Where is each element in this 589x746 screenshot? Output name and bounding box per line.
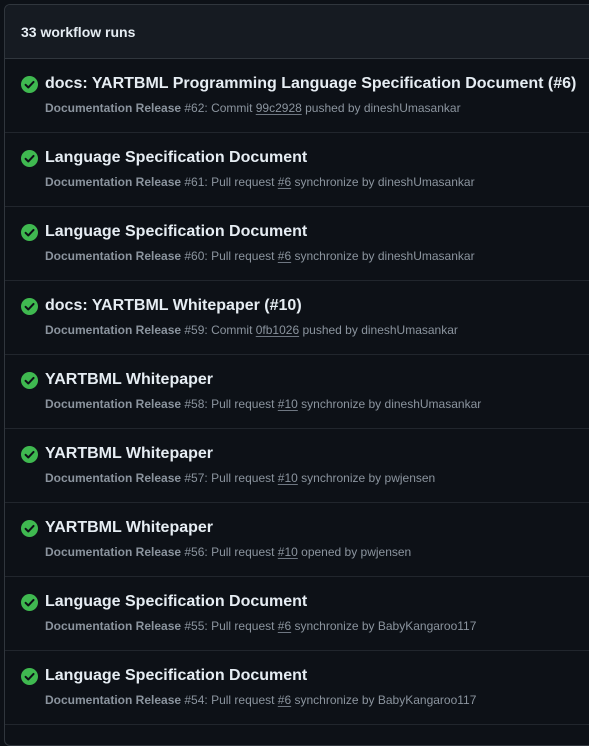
workflow-run-event: Pull request <box>211 545 278 559</box>
workflow-run-meta: Documentation Release #60: Pull request … <box>45 249 475 263</box>
workflow-run-row[interactable]: docs: YARTBML Whitepaper (#10) Documenta… <box>5 281 589 355</box>
workflow-run-title[interactable]: YARTBML Whitepaper <box>45 519 213 537</box>
check-circle-fill-icon <box>21 76 38 93</box>
check-circle-fill-icon <box>21 668 38 685</box>
workflow-run-ref-link[interactable]: 99c2928 <box>256 101 302 115</box>
workflow-runs-count: 33 workflow runs <box>21 23 136 40</box>
workflow-run-actor: dineshUmasankar <box>384 397 482 411</box>
workflow-run-meta: Documentation Release #55: Pull request … <box>45 619 476 633</box>
workflow-run-event: Pull request <box>211 397 278 411</box>
check-circle-fill-icon <box>21 446 38 463</box>
workflow-name: Documentation Release <box>45 545 182 559</box>
workflow-run-title[interactable]: Language Specification Document <box>45 593 307 611</box>
workflow-run-number: #60: <box>181 249 212 263</box>
workflow-run-ref-link[interactable]: #10 <box>278 471 298 485</box>
workflow-run-ref-link[interactable]: #10 <box>278 397 298 411</box>
workflow-run-title[interactable]: docs: YARTBML Programming Language Speci… <box>45 75 576 93</box>
workflow-name: Documentation Release <box>45 249 182 263</box>
workflow-run-ref-link[interactable]: 0fb1026 <box>256 323 299 337</box>
workflow-run-event: Commit <box>211 101 256 115</box>
workflow-run-ref-link[interactable]: #6 <box>278 619 291 633</box>
workflow-run-event-action: synchronize by <box>291 175 378 189</box>
workflow-run-ref-link[interactable]: #6 <box>278 693 291 707</box>
workflow-run-event-action: synchronize by <box>291 619 378 633</box>
workflow-run-number: #59: <box>181 323 212 337</box>
check-circle-fill-icon <box>21 520 38 537</box>
workflow-run-number: #62: <box>181 101 212 115</box>
workflow-run-number: #61: <box>181 175 212 189</box>
workflow-run-event-action: synchronize by <box>297 471 385 485</box>
workflow-run-event: Pull request <box>211 619 278 633</box>
workflow-name: Documentation Release <box>45 471 182 485</box>
workflow-run-title[interactable]: YARTBML Whitepaper <box>45 445 213 463</box>
workflow-run-number: #56: <box>181 545 212 559</box>
workflow-run-ref-link[interactable]: #10 <box>278 545 298 559</box>
workflow-run-event-action: pushed by <box>299 323 362 337</box>
workflow-run-number: #54: <box>181 693 212 707</box>
workflow-run-meta: Documentation Release #58: Pull request … <box>45 397 481 411</box>
workflow-runs-list: docs: YARTBML Programming Language Speci… <box>5 59 589 725</box>
workflow-run-title[interactable]: Language Specification Document <box>45 149 307 167</box>
workflow-name: Documentation Release <box>45 175 182 189</box>
workflow-run-event: Pull request <box>211 693 278 707</box>
workflow-run-event-action: synchronize by <box>291 249 378 263</box>
workflow-run-row[interactable]: YARTBML Whitepaper Documentation Release… <box>5 503 589 577</box>
workflow-run-ref-link[interactable]: #6 <box>278 249 291 263</box>
workflow-run-actor: pwjensen <box>384 471 436 485</box>
workflow-run-ref-link[interactable]: #6 <box>278 175 291 189</box>
workflow-run-meta: Documentation Release #56: Pull request … <box>45 545 411 559</box>
workflow-run-actor: dineshUmasankar <box>361 323 458 337</box>
workflow-name: Documentation Release <box>45 619 182 633</box>
workflow-run-event: Pull request <box>211 471 278 485</box>
check-circle-fill-icon <box>21 594 38 611</box>
workflow-run-meta: Documentation Release #59: Commit 0fb102… <box>45 323 458 337</box>
workflow-run-title[interactable]: Language Specification Document <box>45 667 307 685</box>
workflow-name: Documentation Release <box>45 397 182 411</box>
workflow-run-meta: Documentation Release #61: Pull request … <box>45 175 475 189</box>
workflow-run-meta: Documentation Release #57: Pull request … <box>45 471 435 485</box>
workflow-run-actor: dineshUmasankar <box>377 249 475 263</box>
workflow-run-meta: Documentation Release #54: Pull request … <box>45 693 476 707</box>
workflow-run-row[interactable]: Language Specification Document Document… <box>5 133 589 207</box>
workflow-run-event-action: synchronize by <box>291 693 378 707</box>
workflow-run-title[interactable]: docs: YARTBML Whitepaper (#10) <box>45 297 302 315</box>
workflow-run-event-action: pushed by <box>301 101 364 115</box>
workflow-run-event-action: opened by <box>297 545 361 559</box>
workflow-run-row[interactable]: Language Specification Document Document… <box>5 651 589 725</box>
check-circle-fill-icon <box>21 150 38 167</box>
workflow-run-event: Pull request <box>211 175 278 189</box>
workflow-run-meta: Documentation Release #62: Commit 99c292… <box>45 101 461 115</box>
workflow-run-row[interactable]: YARTBML Whitepaper Documentation Release… <box>5 429 589 503</box>
workflow-run-row[interactable]: Language Specification Document Document… <box>5 577 589 651</box>
workflow-run-title[interactable]: Language Specification Document <box>45 223 307 241</box>
workflow-run-actor: pwjensen <box>360 545 412 559</box>
workflow-name: Documentation Release <box>45 101 182 115</box>
workflow-run-event: Pull request <box>211 249 278 263</box>
workflow-run-actor: BabyKangaroo117 <box>377 693 477 707</box>
workflow-run-event: Commit <box>211 323 256 337</box>
workflow-run-actor: dineshUmasankar <box>377 175 475 189</box>
workflow-run-number: #55: <box>181 619 212 633</box>
workflow-run-row[interactable]: docs: YARTBML Programming Language Speci… <box>5 59 589 133</box>
check-circle-fill-icon <box>21 224 38 241</box>
workflow-runs-panel: 33 workflow runs docs: YARTBML Programmi… <box>4 4 589 746</box>
workflow-run-row[interactable]: YARTBML Whitepaper Documentation Release… <box>5 355 589 429</box>
workflow-runs-header: 33 workflow runs <box>5 5 589 59</box>
workflow-run-number: #57: <box>181 471 212 485</box>
workflow-run-actor: dineshUmasankar <box>363 101 461 115</box>
check-circle-fill-icon <box>21 298 38 315</box>
workflow-run-event-action: synchronize by <box>297 397 385 411</box>
workflow-name: Documentation Release <box>45 693 182 707</box>
workflow-run-number: #58: <box>181 397 212 411</box>
workflow-run-title[interactable]: YARTBML Whitepaper <box>45 371 213 389</box>
check-circle-fill-icon <box>21 372 38 389</box>
workflow-name: Documentation Release <box>45 323 182 337</box>
workflow-run-actor: BabyKangaroo117 <box>377 619 477 633</box>
workflow-run-row[interactable]: Language Specification Document Document… <box>5 207 589 281</box>
